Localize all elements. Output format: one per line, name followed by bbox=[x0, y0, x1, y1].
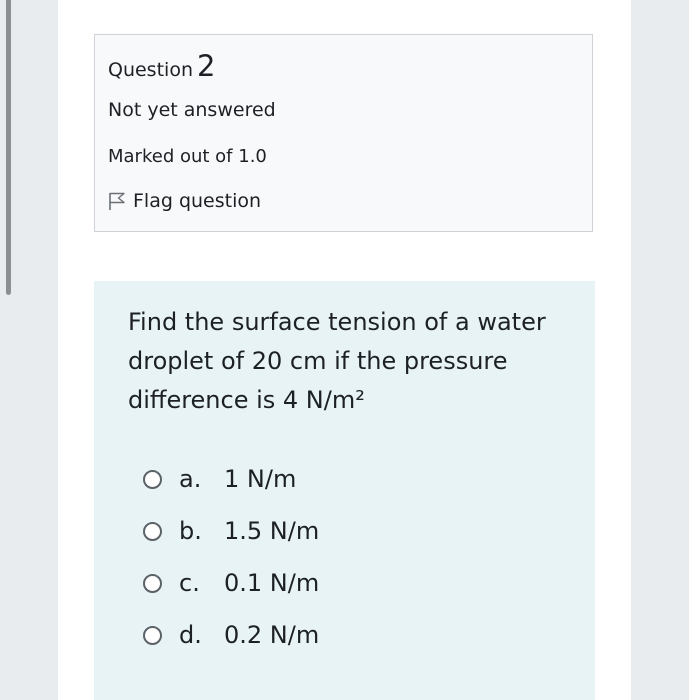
question-state: Not yet answered bbox=[108, 99, 276, 121]
answer-letter: b. bbox=[179, 517, 202, 545]
question-text: Find the surface tension of a water drop… bbox=[128, 308, 546, 414]
flag-question-label: Flag question bbox=[133, 190, 262, 212]
answer-option-c[interactable]: c. 0.1 N/m bbox=[143, 557, 319, 609]
answer-text: 1.5 N/m bbox=[224, 517, 320, 545]
answer-text: 0.1 N/m bbox=[224, 569, 320, 597]
answer-letter: a. bbox=[179, 465, 202, 493]
answer-option-b[interactable]: b. 1.5 N/m bbox=[143, 505, 319, 557]
radio-button[interactable] bbox=[143, 625, 162, 645]
question-grade: Marked out of 1.0 bbox=[108, 146, 267, 167]
flag-question-button[interactable]: Flag question bbox=[108, 190, 261, 212]
answer-options: a. 1 N/m b. 1.5 N/m c. 0.1 N/m d. 0.2 N/… bbox=[143, 453, 319, 661]
radio-button[interactable] bbox=[143, 573, 162, 593]
page-content: Question 2 Not yet answered Marked out of… bbox=[58, 0, 631, 700]
question-content: Find the surface tension of a water drop… bbox=[94, 281, 595, 700]
scrollbar[interactable] bbox=[6, 0, 11, 295]
question-label: Question bbox=[108, 59, 193, 81]
radio-button[interactable] bbox=[143, 469, 162, 489]
question-info-panel: Question 2 Not yet answered Marked out of… bbox=[94, 34, 593, 232]
answer-letter: c. bbox=[179, 569, 200, 597]
answer-option-d[interactable]: d. 0.2 N/m bbox=[143, 609, 319, 661]
answer-text: 1 N/m bbox=[224, 465, 297, 493]
question-heading: Question 2 bbox=[108, 49, 215, 83]
answer-letter: d. bbox=[179, 621, 202, 649]
radio-button[interactable] bbox=[143, 521, 162, 541]
flag-outline-icon bbox=[108, 191, 126, 211]
answer-text: 0.2 N/m bbox=[224, 621, 320, 649]
question-number: 2 bbox=[196, 49, 216, 83]
answer-option-a[interactable]: a. 1 N/m bbox=[143, 453, 319, 505]
